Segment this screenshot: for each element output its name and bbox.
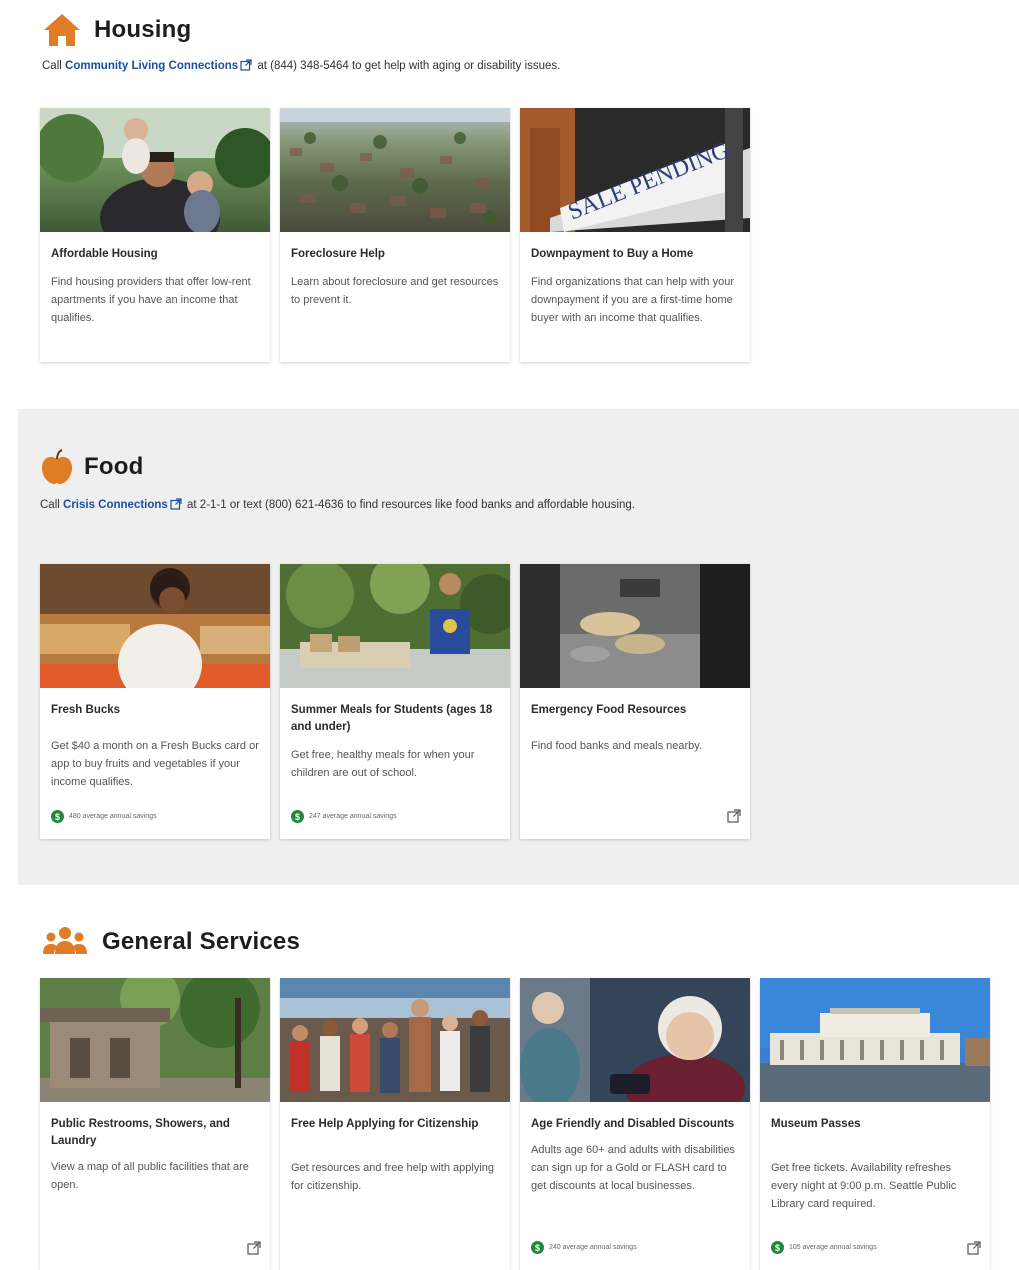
restroom-building-photo <box>40 978 270 1102</box>
general-services-header: General Services <box>42 922 300 962</box>
card-affordable-housing[interactable]: Affordable Housing Find housing provider… <box>40 108 270 362</box>
savings-badge: $ 247 average annual savings <box>291 810 397 823</box>
sale-pending-sign-photo: SALE PENDING <box>520 108 750 232</box>
housing-section: Housing Call Community Living Connection… <box>0 0 1019 400</box>
citizenship-crowd-photo <box>280 978 510 1102</box>
card-description: Get resources and free help with applyin… <box>291 1162 495 1192</box>
card-title: Emergency Food Resources <box>531 704 687 716</box>
card-fresh-bucks[interactable]: Fresh Bucks Get $40 a month on a Fresh B… <box>40 564 270 839</box>
savings-text: 480 average annual savings <box>69 813 157 820</box>
savings-text: 240 average annual savings <box>549 1244 637 1251</box>
food-header: Food <box>40 447 143 487</box>
community-living-connections-link[interactable]: Community Living Connections <box>65 60 238 72</box>
savings-text: 247 average annual savings <box>309 813 397 820</box>
general-services-section: General Services Public Restrooms, Showe… <box>0 900 1019 1270</box>
card-title: Public Restrooms, Showers, and Laundry <box>51 1118 230 1147</box>
food-section: Food Call Crisis Connections at 2-1-1 or… <box>18 409 1019 885</box>
grocery-shopper-photo <box>40 564 270 688</box>
card-description: Find food banks and meals nearby. <box>531 740 703 752</box>
card-title: Museum Passes <box>771 1118 861 1130</box>
dollar-badge-icon: $ <box>771 1241 784 1254</box>
general-services-title: General Services <box>102 928 301 955</box>
external-link-icon[interactable] <box>727 809 741 823</box>
card-summer-meals[interactable]: Summer Meals for Students (ages 18 and u… <box>280 564 510 839</box>
people-group-icon <box>42 922 88 962</box>
card-public-restrooms[interactable]: Public Restrooms, Showers, and Laundry V… <box>40 978 270 1270</box>
food-intro: Call Crisis Connections at 2-1-1 or text… <box>40 498 635 511</box>
card-downpayment[interactable]: SALE PENDING Downpayment to Buy a Home F… <box>520 108 750 362</box>
card-museum-passes[interactable]: Museum Passes Get free tickets. Availabi… <box>760 978 990 1270</box>
external-link-icon[interactable] <box>967 1241 981 1255</box>
apple-icon <box>40 447 74 487</box>
house-icon <box>42 10 82 50</box>
dollar-badge-icon: $ <box>531 1241 544 1254</box>
neighborhood-aerial-photo <box>280 108 510 232</box>
card-description: View a map of all public facilities that… <box>51 1161 249 1191</box>
card-description: Find organizations that can help with yo… <box>531 276 735 324</box>
savings-text: 105 average annual savings <box>789 1244 877 1251</box>
card-description: Learn about foreclosure and get resource… <box>291 276 499 306</box>
card-title: Age Friendly and Disabled Discounts <box>531 1118 735 1130</box>
external-link-icon[interactable] <box>247 1241 261 1255</box>
card-title: Summer Meals for Students (ages 18 and u… <box>291 704 493 733</box>
museum-building-photo <box>760 978 990 1102</box>
card-emergency-food[interactable]: Emergency Food Resources Find food banks… <box>520 564 750 839</box>
family-photo <box>40 108 270 232</box>
card-description: Get $40 a month on a Fresh Bucks card or… <box>51 740 259 788</box>
card-description: Find housing providers that offer low-re… <box>51 276 251 324</box>
card-title: Free Help Applying for Citizenship <box>291 1118 479 1130</box>
dollar-badge-icon: $ <box>291 810 304 823</box>
dollar-badge-icon: $ <box>51 810 64 823</box>
external-link-icon[interactable] <box>240 59 252 71</box>
card-foreclosure-help[interactable]: Foreclosure Help Learn about foreclosure… <box>280 108 510 362</box>
card-title: Affordable Housing <box>51 248 158 260</box>
card-age-friendly-discounts[interactable]: Age Friendly and Disabled Discounts Adul… <box>520 978 750 1270</box>
card-citizenship-help[interactable]: Free Help Applying for Citizenship Get r… <box>280 978 510 1270</box>
summer-meals-photo <box>280 564 510 688</box>
card-description: Get free tickets. Availability refreshes… <box>771 1162 957 1210</box>
card-title: Fresh Bucks <box>51 704 121 716</box>
housing-title: Housing <box>94 16 192 43</box>
savings-badge: $ 480 average annual savings <box>51 810 157 823</box>
housing-intro: Call Community Living Connections at (84… <box>42 59 561 72</box>
savings-badge: $ 240 average annual savings <box>531 1241 637 1254</box>
card-description: Get free, healthy meals for when your ch… <box>291 749 475 779</box>
card-title: Downpayment to Buy a Home <box>531 248 694 260</box>
senior-woman-photo <box>520 978 750 1102</box>
card-description: Adults age 60+ and adults with disabilit… <box>531 1144 735 1192</box>
card-title: Foreclosure Help <box>291 248 385 260</box>
food-bank-photo <box>520 564 750 688</box>
crisis-connections-link[interactable]: Crisis Connections <box>63 499 168 511</box>
housing-header: Housing <box>42 10 191 50</box>
food-title: Food <box>84 453 144 480</box>
external-link-icon[interactable] <box>170 498 182 510</box>
savings-badge: $ 105 average annual savings <box>771 1241 877 1254</box>
